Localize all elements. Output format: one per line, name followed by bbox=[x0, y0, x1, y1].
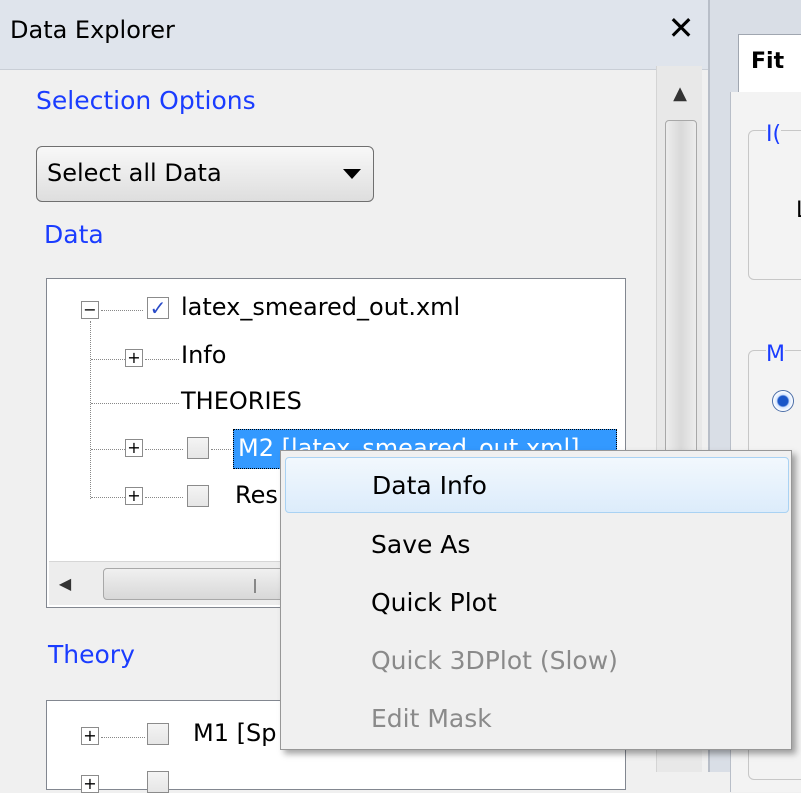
group-box bbox=[748, 130, 801, 280]
menu-item-quick-plot[interactable]: Quick Plot bbox=[285, 575, 789, 631]
tree-connector bbox=[90, 321, 91, 499]
tab-fit[interactable]: Fit bbox=[738, 34, 801, 94]
menu-item-quick-3dplot: Quick 3DPlot (Slow) bbox=[371, 646, 618, 675]
tree-root-label[interactable]: latex_smeared_out.xml bbox=[181, 293, 460, 321]
group-box-text: L bbox=[796, 198, 801, 223]
tree-connector bbox=[101, 310, 143, 311]
group-box-label: M bbox=[766, 342, 785, 367]
collapse-icon[interactable]: − bbox=[81, 301, 99, 319]
tree-connector bbox=[91, 449, 125, 450]
menu-item-data-info[interactable]: Data Info bbox=[285, 457, 789, 513]
tree-item-theories[interactable]: THEORIES bbox=[181, 387, 302, 415]
horizontal-scroll-thumb[interactable] bbox=[103, 568, 303, 600]
checkmark-icon[interactable]: ✓ bbox=[147, 297, 169, 319]
expand-icon[interactable]: + bbox=[125, 487, 143, 505]
tree-connector bbox=[91, 359, 125, 360]
tree-connector bbox=[145, 359, 179, 360]
theory-section-label: Theory bbox=[48, 640, 135, 669]
menu-item-save-as[interactable]: Save As bbox=[285, 517, 789, 573]
close-icon[interactable]: ✕ bbox=[663, 8, 699, 48]
radio-button[interactable] bbox=[772, 390, 794, 412]
panel-titlebar: Data Explorer ✕ bbox=[0, 0, 708, 70]
chevron-down-icon bbox=[343, 169, 361, 179]
tree-connector bbox=[145, 449, 183, 450]
theory-item-m1[interactable]: M1 [Sp bbox=[193, 719, 276, 747]
selection-options-label: Selection Options bbox=[36, 86, 256, 115]
expand-icon[interactable]: + bbox=[81, 727, 99, 745]
tree-checkbox[interactable] bbox=[187, 485, 209, 507]
group-box-label: I( bbox=[766, 122, 782, 147]
tree-checkbox[interactable] bbox=[147, 771, 169, 793]
tree-connector bbox=[211, 449, 231, 450]
dropdown-value: Select all Data bbox=[47, 159, 222, 187]
tree-checkbox[interactable] bbox=[147, 723, 169, 745]
tree-item-res[interactable]: Res bbox=[235, 481, 278, 509]
scroll-left-icon[interactable]: ◀ bbox=[53, 570, 77, 598]
data-section-label: Data bbox=[44, 220, 104, 249]
tree-checkbox[interactable] bbox=[187, 437, 209, 459]
context-menu: Data Info Save As Quick Plot Quick 3DPlo… bbox=[280, 450, 792, 750]
expand-icon[interactable]: + bbox=[125, 439, 143, 457]
tree-item-info[interactable]: Info bbox=[181, 341, 226, 369]
scroll-up-icon[interactable]: ▲ bbox=[657, 76, 703, 112]
panel-title: Data Explorer bbox=[10, 16, 175, 44]
data-selection-dropdown[interactable]: Select all Data bbox=[36, 146, 374, 202]
expand-icon[interactable]: + bbox=[81, 775, 99, 793]
menu-item-edit-mask: Edit Mask bbox=[371, 704, 492, 733]
tree-connector bbox=[101, 737, 145, 738]
tab-fit-label: Fit bbox=[751, 49, 785, 74]
tree-connector bbox=[145, 497, 183, 498]
tree-connector bbox=[91, 497, 125, 498]
grip-icon bbox=[254, 579, 256, 593]
expand-icon[interactable]: + bbox=[125, 349, 143, 367]
tree-connector bbox=[91, 403, 179, 404]
